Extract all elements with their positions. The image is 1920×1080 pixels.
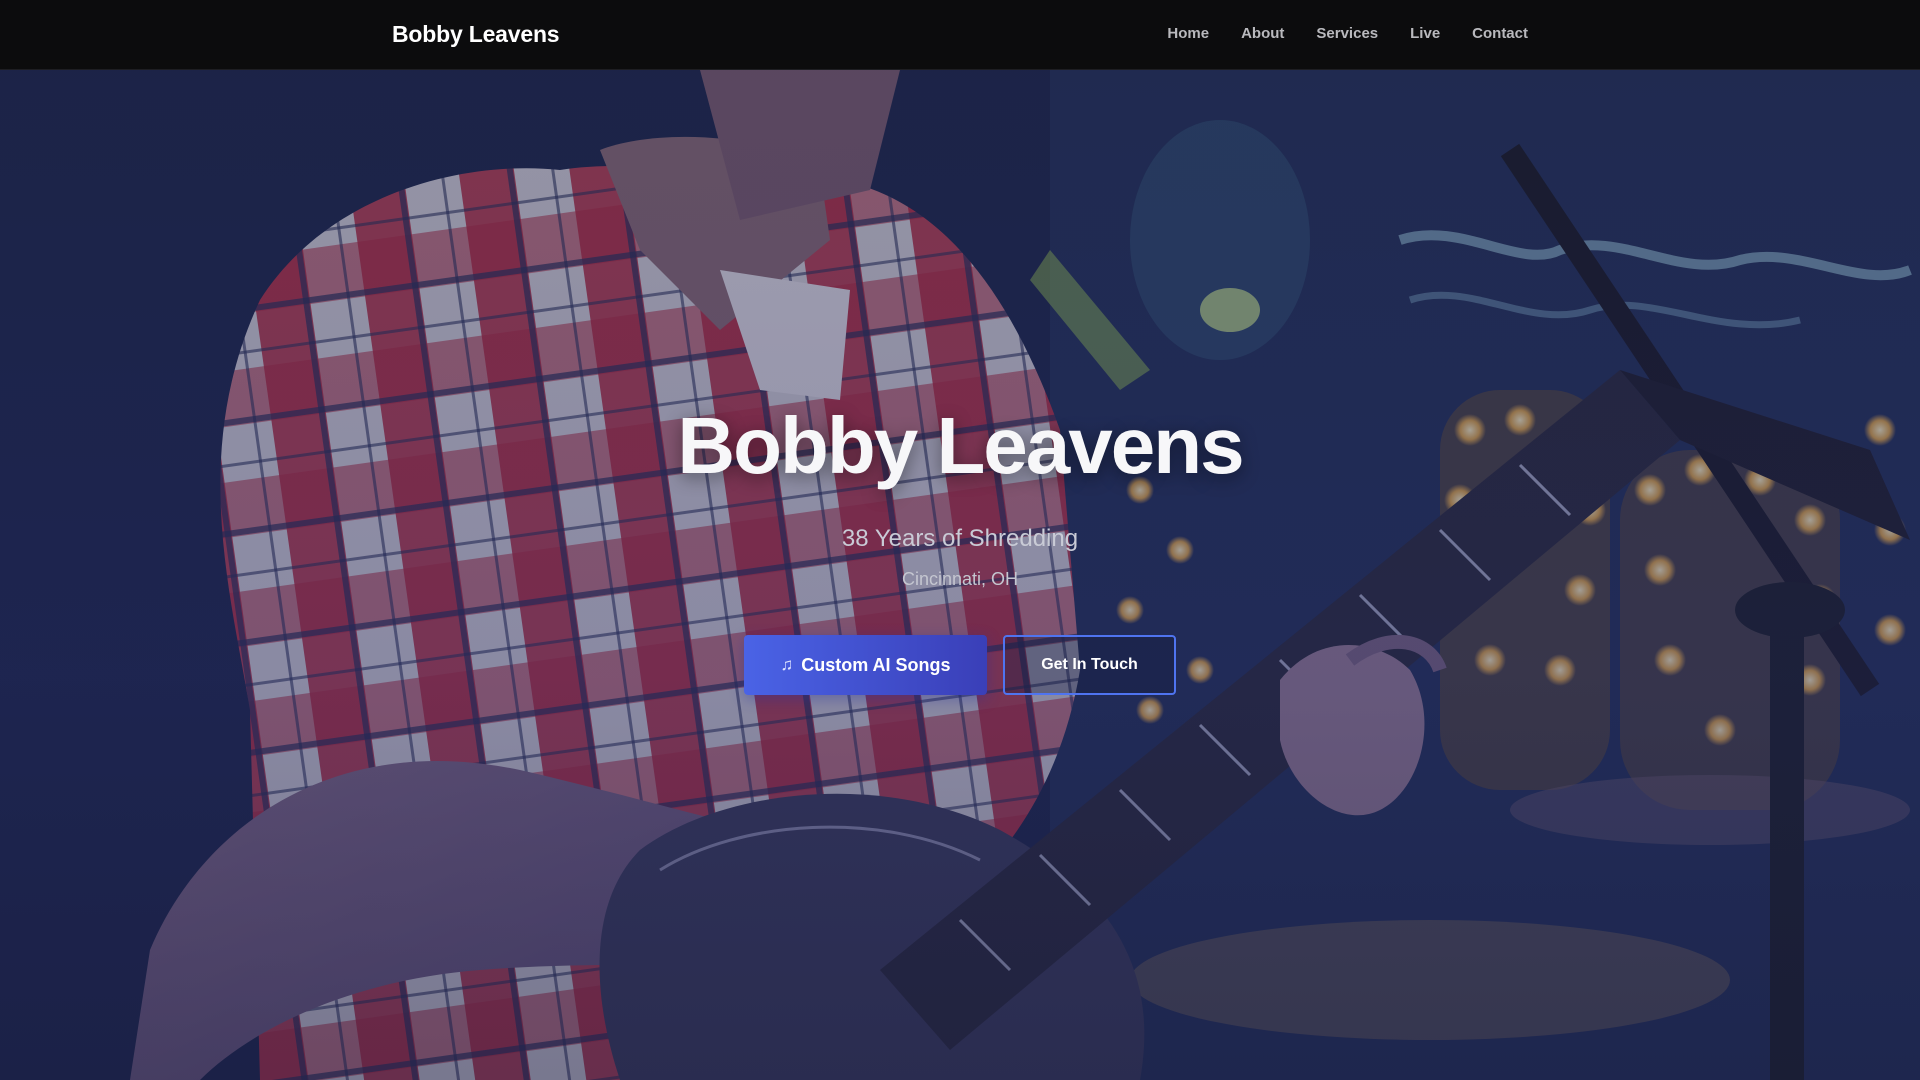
- custom-ai-songs-button[interactable]: ♫ Custom AI Songs: [744, 635, 987, 695]
- hero-location: Cincinnati, OH: [901, 569, 1019, 589]
- hero-button-row: ♫ Custom AI Songs Get In Touch: [0, 635, 1920, 695]
- navbar: Bobby Leavens Home About Services Live C…: [0, 0, 1920, 70]
- nav-link-contact[interactable]: Contact: [1472, 25, 1528, 42]
- nav-link-services[interactable]: Services: [1316, 25, 1378, 42]
- custom-ai-songs-label: Custom AI Songs: [801, 654, 951, 675]
- nav-link-live[interactable]: Live: [1410, 25, 1440, 42]
- get-in-touch-button[interactable]: Get In Touch: [1003, 635, 1176, 695]
- hero-subtitle: 38 Years of Shredding: [841, 525, 1079, 552]
- nav-links: Home About Services Live Contact: [1167, 25, 1528, 42]
- brand-logo[interactable]: Bobby Leavens: [392, 21, 560, 48]
- hero-title: Bobby Leavens: [677, 401, 1244, 490]
- music-note-icon: ♫: [780, 655, 794, 674]
- nav-link-home[interactable]: Home: [1167, 25, 1209, 42]
- hero-section: Bobby Leavens 38 Years of Shredding Cinc…: [0, 70, 1920, 1080]
- hero-content: Bobby Leavens 38 Years of Shredding Cinc…: [0, 70, 1920, 1080]
- get-in-touch-label: Get In Touch: [1041, 656, 1138, 673]
- nav-link-about[interactable]: About: [1241, 25, 1284, 42]
